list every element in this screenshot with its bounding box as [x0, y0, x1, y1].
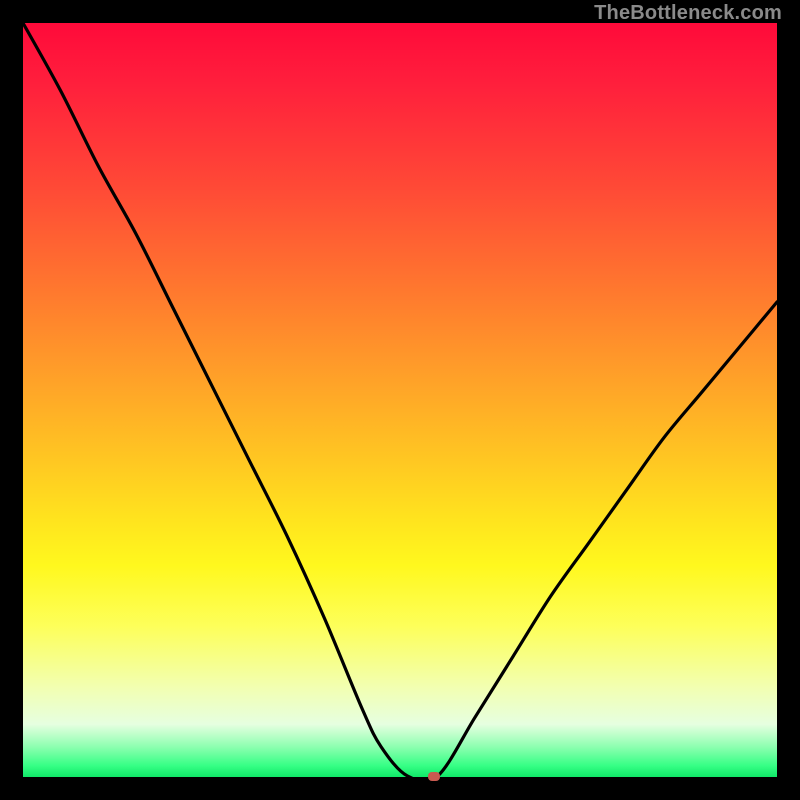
bottleneck-curve	[23, 23, 777, 777]
optimum-marker	[428, 772, 440, 781]
watermark-text: TheBottleneck.com	[594, 2, 782, 25]
plot-area	[23, 23, 777, 777]
chart-frame: TheBottleneck.com	[0, 0, 800, 800]
